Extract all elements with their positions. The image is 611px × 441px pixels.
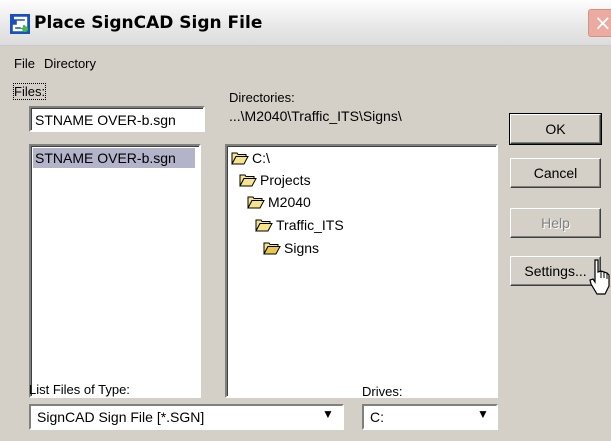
title-bar[interactable]: Place SignCAD Sign File × — [0, 0, 611, 46]
menu-bar: File Directory — [0, 56, 611, 76]
tree-item-label: C:\ — [252, 150, 270, 166]
tree-item-c-drive[interactable]: C:\ — [231, 150, 270, 166]
tree-item-signs[interactable]: Signs — [263, 240, 319, 256]
tree-item-projects[interactable]: Projects — [239, 172, 311, 188]
dropdown-arrow-icon[interactable]: ▼ — [477, 407, 489, 421]
directories-tree[interactable]: C:\ Projects M2040 Traffic_ITS Signs — [225, 144, 498, 398]
ok-button-label: OK — [545, 121, 566, 137]
menu-file[interactable]: File — [14, 56, 35, 71]
drives-value: C: — [370, 409, 384, 425]
cancel-button-label: Cancel — [533, 165, 578, 181]
open-folder-icon — [239, 174, 257, 187]
window-title: Place SignCAD Sign File — [34, 13, 263, 33]
drives-label: Drives: — [362, 384, 403, 399]
file-type-label: List Files of Type: — [29, 382, 130, 397]
ok-button[interactable]: OK — [509, 113, 602, 145]
signcad-app-icon — [10, 14, 30, 34]
tree-item-traffic-its[interactable]: Traffic_ITS — [255, 217, 344, 233]
open-folder-icon — [255, 219, 273, 232]
dropdown-arrow-icon[interactable]: ▼ — [322, 407, 334, 421]
open-folder-icon — [247, 196, 265, 209]
current-path: ...\M2040\Traffic_ITS\Signs\ — [229, 108, 402, 124]
close-icon: × — [594, 11, 611, 35]
directories-label: Directories: — [229, 90, 295, 105]
file-type-select[interactable]: SignCAD Sign File [*.SGN] ▼ — [29, 404, 344, 430]
tree-item-label: Traffic_ITS — [276, 217, 344, 233]
menu-file-label: File — [14, 56, 35, 71]
settings-button[interactable]: Settings... — [510, 256, 601, 286]
drives-select[interactable]: C: ▼ — [362, 404, 498, 430]
settings-button-label: Settings... — [524, 263, 587, 279]
open-folder-icon — [231, 152, 249, 165]
tree-item-label: Projects — [260, 172, 311, 188]
close-button[interactable]: × — [588, 9, 611, 37]
help-button[interactable]: Help — [510, 208, 601, 238]
help-button-label: Help — [541, 215, 570, 231]
hand-cursor-icon — [589, 259, 610, 295]
file-list-item-label: STNAME OVER-b.sgn — [35, 150, 176, 166]
file-type-value: SignCAD Sign File [*.SGN] — [37, 409, 205, 425]
files-list[interactable]: STNAME OVER-b.sgn — [29, 144, 201, 398]
tree-item-label: M2040 — [268, 194, 311, 210]
menu-directory[interactable]: Directory — [44, 56, 96, 71]
tree-item-m2040[interactable]: M2040 — [247, 194, 311, 210]
open-folder-icon — [263, 242, 281, 255]
filename-input-value: STNAME OVER-b.sgn — [35, 112, 176, 128]
menu-directory-label: Directory — [44, 56, 97, 71]
list-item[interactable]: STNAME OVER-b.sgn — [33, 148, 195, 168]
filename-input[interactable]: STNAME OVER-b.sgn — [29, 106, 205, 132]
tree-item-label: Signs — [284, 240, 320, 256]
cancel-button[interactable]: Cancel — [510, 158, 601, 188]
files-label: Files: — [12, 83, 47, 100]
